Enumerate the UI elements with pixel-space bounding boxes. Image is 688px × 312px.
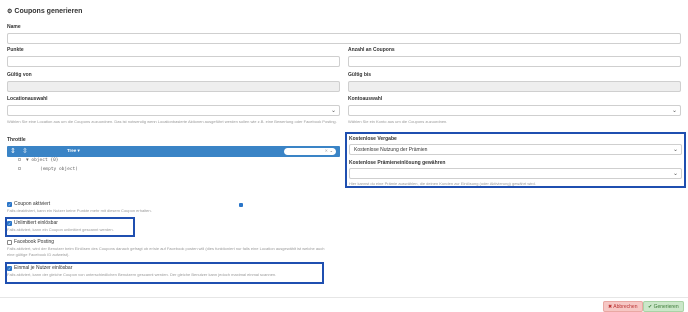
throttle-label: Throttle <box>7 137 26 143</box>
name-input[interactable] <box>7 33 681 44</box>
kontoauswahl-label: Kontoauswahl <box>348 96 383 102</box>
kostenlose-vergabe-select[interactable]: Kostenlose Nutzung der Prämien ⌄ <box>349 144 682 155</box>
settings-icon: ⚙ <box>7 9 13 15</box>
clear-icon[interactable]: ✕ <box>325 148 328 153</box>
chevron-down-icon: ⌄ <box>672 147 678 153</box>
coupon-aktiviert-help: Falls deaktiviert, kann ein Nutzer keine… <box>7 208 152 213</box>
unlimitiert-label: Unlimitiert einlösbar <box>14 220 58 226</box>
chevron-down-icon[interactable]: ⌄ <box>330 148 333 153</box>
kostenlose-help: Hier kannst du eine Prämie auswählen, di… <box>349 181 536 186</box>
gueltig-bis-input[interactable] <box>348 81 681 92</box>
checkbox-checked-icon[interactable] <box>7 265 12 271</box>
anzahl-input[interactable] <box>348 56 681 67</box>
kostenlose-vergabe-label: Kostenlose Vergabe <box>349 136 397 142</box>
kostenlose-praemie-select[interactable]: ⌄ <box>349 168 682 179</box>
gueltig-bis-label: Gültig bis <box>348 72 372 78</box>
einmal-checkbox[interactable]: Einmal je Nutzer einlösbar <box>7 265 72 271</box>
punkte-label: Punkte <box>7 47 24 53</box>
unlimitiert-help: Falls aktiviert, kann ein Coupon unlimit… <box>7 227 114 232</box>
json-editor-toolbar: ⇕ ⇳ Tree ▾ ✕ ⌄ <box>7 146 340 157</box>
toggle-indicator <box>239 203 243 207</box>
mode-dropdown[interactable]: Tree ▾ <box>67 148 80 154</box>
collapse-all-icon[interactable]: ⇳ <box>22 147 28 155</box>
footer-divider <box>0 297 688 298</box>
checkbox-unchecked-icon[interactable] <box>7 239 12 245</box>
coupon-aktiviert-checkbox[interactable]: Coupon aktiviert <box>7 201 50 207</box>
chevron-down-icon: ⌄ <box>672 171 678 177</box>
anzahl-label: Anzahl an Coupons <box>348 47 395 53</box>
json-node-empty: (empty object) <box>18 167 78 172</box>
json-node-empty-text: (empty object) <box>40 167 78 172</box>
unlimitiert-checkbox[interactable]: Unlimitiert einlösbar <box>7 220 58 226</box>
json-node-object-text: ▼ object {0} <box>26 158 59 163</box>
kostenlose-vergabe-value: Kostenlose Nutzung der Prämien <box>354 147 428 153</box>
facebook-help: Falls aktiviert, wird der Benutzer beim … <box>7 246 325 257</box>
locationauswahl-label: Locationauswahl <box>7 96 48 102</box>
location-select[interactable]: ⌄ <box>7 105 340 116</box>
abbrechen-button[interactable]: ✖ Abbrechen <box>603 301 643 312</box>
page-title: ⚙ Coupons generieren <box>7 8 82 15</box>
json-node-object[interactable]: ▼ object {0} <box>18 158 59 163</box>
kostenlose-praemie-label: Kostenlose Prämieneinlösung gewähren <box>349 160 446 166</box>
punkte-input[interactable] <box>7 56 340 67</box>
chevron-down-icon: ⌄ <box>671 108 677 114</box>
checkbox-checked-icon[interactable] <box>7 201 12 207</box>
konto-help: Wählen Sie ein Konto aus um die Coupons … <box>348 119 448 124</box>
konto-select[interactable]: ⌄ <box>348 105 681 116</box>
gueltig-von-input[interactable] <box>7 81 340 92</box>
page-title-text: Coupons generieren <box>14 8 83 15</box>
expand-all-icon[interactable]: ⇕ <box>10 147 16 155</box>
einmal-help: Falls aktiviert, kann der gleiche Coupon… <box>7 272 277 277</box>
chevron-down-icon: ⌄ <box>330 108 336 114</box>
facebook-checkbox[interactable]: Facebook Posting <box>7 239 54 245</box>
name-label: Name <box>7 24 21 30</box>
einmal-label: Einmal je Nutzer einlösbar <box>14 265 73 271</box>
gueltig-von-label: Gültig von <box>7 72 32 78</box>
json-filter-input[interactable]: ✕ ⌄ <box>284 148 336 155</box>
checkbox-checked-icon[interactable] <box>7 220 12 226</box>
facebook-label: Facebook Posting <box>14 239 55 245</box>
generieren-button[interactable]: ✔ Generieren <box>643 301 684 312</box>
location-help: Wählen Sie eine Location aus um die Coup… <box>7 119 337 124</box>
coupon-aktiviert-label: Coupon aktiviert <box>14 201 51 207</box>
